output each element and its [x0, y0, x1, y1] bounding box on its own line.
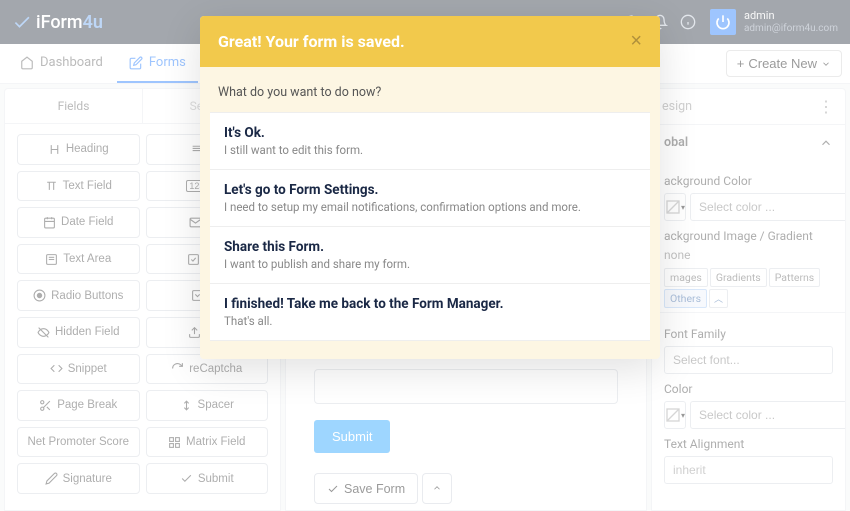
saved-modal: Great! Your form is saved. × What do you… [200, 16, 660, 359]
modal-option-finished[interactable]: I finished! Take me back to the Form Man… [210, 283, 650, 341]
modal-option-settings[interactable]: Let's go to Form Settings. I need to set… [210, 169, 650, 226]
modal-close-button[interactable]: × [630, 30, 642, 53]
modal-option-share[interactable]: Share this Form. I want to publish and s… [210, 226, 650, 283]
close-icon: × [630, 30, 642, 52]
modal-title: Great! Your form is saved. [218, 32, 405, 51]
modal-subtitle: What do you want to do now? [200, 67, 660, 112]
modal-option-continue[interactable]: It's Ok. I still want to edit this form. [210, 112, 650, 169]
